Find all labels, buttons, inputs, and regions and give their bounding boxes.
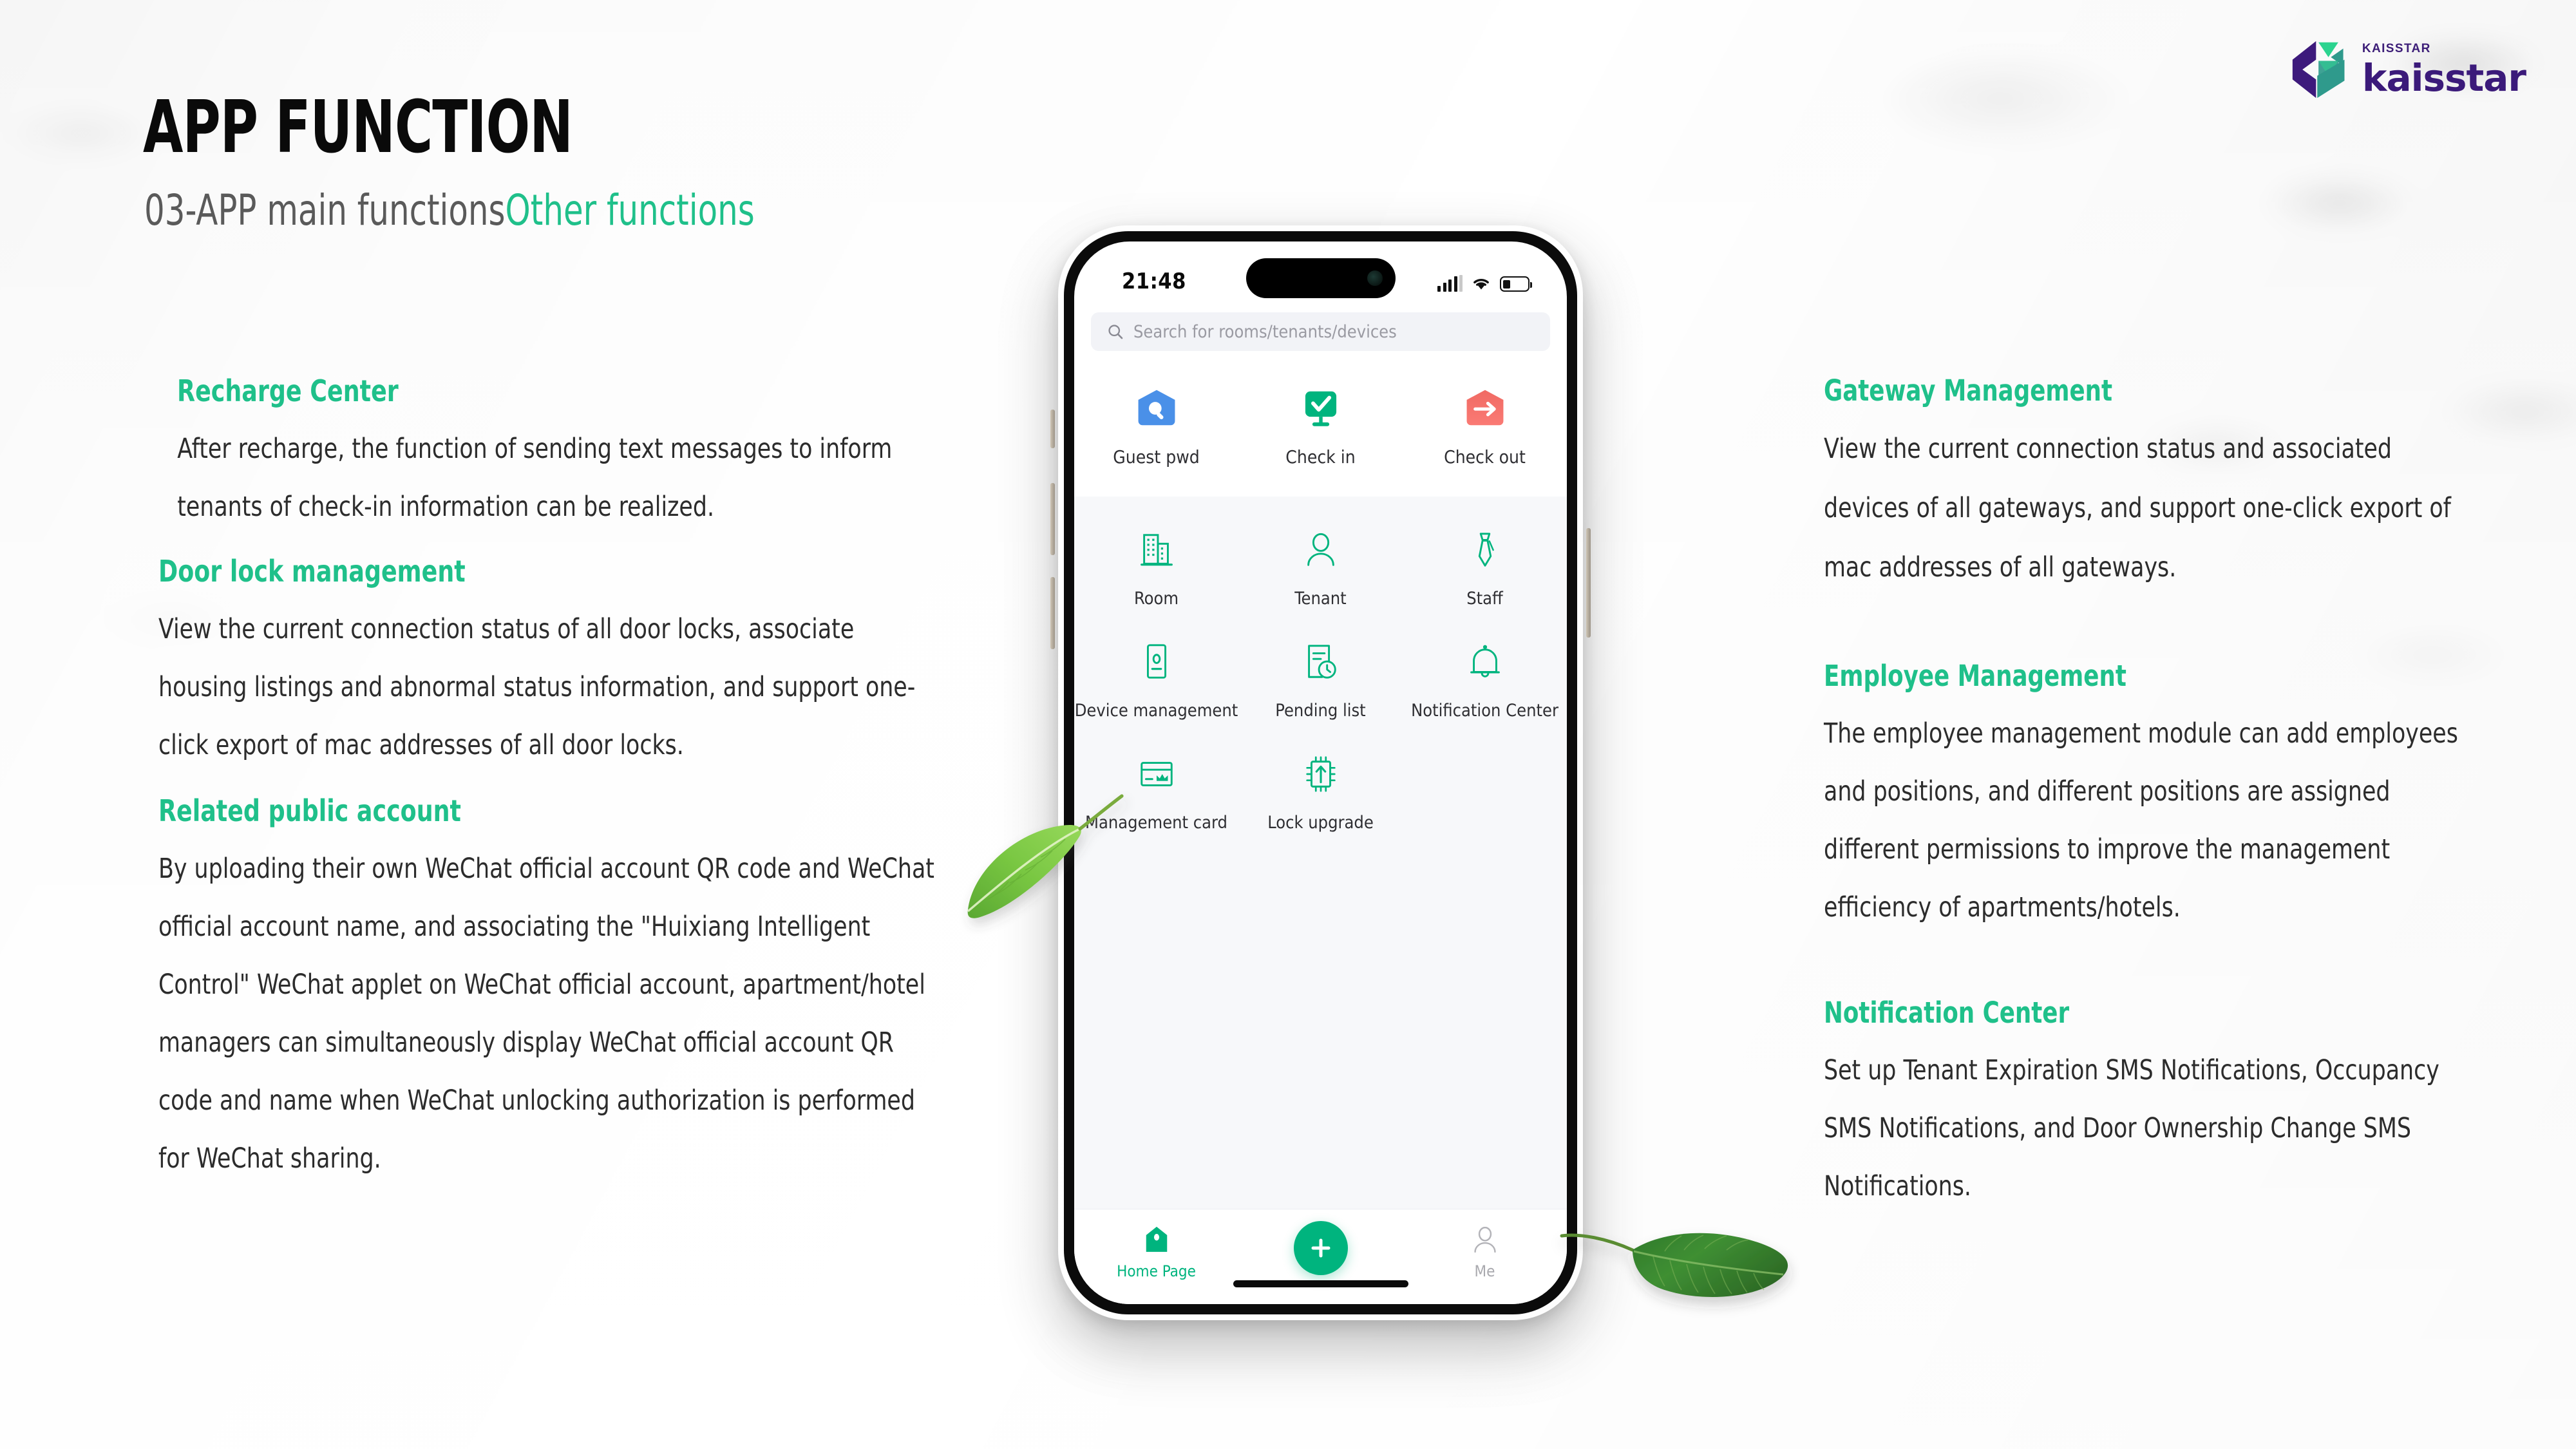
volume-up-button[interactable] <box>1050 483 1055 555</box>
home-indicator <box>1233 1280 1408 1287</box>
status-bar: 21:48 <box>1074 242 1567 308</box>
feature-body: After recharge, the function of sending … <box>177 433 893 523</box>
quick-action-check-in[interactable]: Check in <box>1238 384 1403 468</box>
feature-heading: Related public account <box>158 793 461 828</box>
feature-block-recharge-center: Recharge Center After recharge, the func… <box>158 374 1034 536</box>
front-camera-icon <box>1367 270 1383 286</box>
logo-small-text: KAISSTAR <box>2362 42 2431 55</box>
kaisstar-logo-icon <box>2292 41 2345 99</box>
logo-wordmark: kaisstar <box>2362 56 2526 100</box>
feature-body: View the current connection status of al… <box>158 613 916 761</box>
page-title: APP FUNCTION <box>143 86 573 169</box>
silent-switch[interactable] <box>1050 410 1055 448</box>
add-button[interactable] <box>1293 1221 1348 1275</box>
grid-item-label: Staff <box>1466 589 1503 609</box>
grid-item-label: Lock upgrade <box>1267 813 1374 833</box>
feature-block-door-lock-management: Door lock management View the current co… <box>158 554 1034 774</box>
feature-block-related-public-account: Related public account By uploading thei… <box>158 793 1034 1188</box>
grid-item-label: Tenant <box>1294 589 1347 609</box>
grid-item-room[interactable]: Room <box>1074 526 1238 610</box>
feature-body: The employee management module can add e… <box>1824 717 2458 923</box>
feature-heading: Gateway Management <box>1824 374 2113 408</box>
status-bar-indicators <box>1437 270 1532 292</box>
feature-heading: Employee Management <box>1824 659 2126 693</box>
feature-body: Set up Tenant Expiration SMS Notificatio… <box>1824 1054 2439 1202</box>
feature-body: By uploading their own WeChat official a… <box>158 853 934 1175</box>
quick-action-guest-pwd[interactable]: Guest pwd <box>1074 384 1238 468</box>
grid-item-label: Pending list <box>1275 701 1366 721</box>
grid-item-lock-upgrade[interactable]: Lock upgrade <box>1238 750 1403 834</box>
house-search-icon <box>1133 384 1180 432</box>
grid-item-tenant[interactable]: Tenant <box>1238 526 1403 610</box>
card-crown-icon <box>1133 750 1180 798</box>
grid-item-pending-list[interactable]: Pending list <box>1238 638 1403 722</box>
home-icon <box>1146 1226 1167 1252</box>
person-icon <box>1297 526 1345 574</box>
phone-bezel: 21:48 Search for rooms/tenants/devices G… <box>1064 231 1577 1314</box>
volume-down-button[interactable] <box>1050 577 1055 649</box>
grid-item-staff[interactable]: Staff <box>1403 526 1567 610</box>
grid-item-label: Management card <box>1085 813 1227 833</box>
quick-action-check-out[interactable]: Check out <box>1403 384 1567 468</box>
status-bar-time: 21:48 <box>1122 269 1186 294</box>
chip-upload-icon <box>1297 750 1345 798</box>
subtitle-highlight: Other functions <box>505 185 755 235</box>
quick-action-label: Check out <box>1444 446 1526 468</box>
feature-heading: Notification Center <box>1824 996 2070 1030</box>
quick-action-label: Check in <box>1285 446 1356 468</box>
person-outline-icon <box>1473 1226 1496 1253</box>
power-button[interactable] <box>1586 528 1591 638</box>
logo-wordmark-group: KAISSTAR kaisstar <box>2362 43 2526 97</box>
tab-label: Home Page <box>1117 1262 1196 1280</box>
feature-grid-panel: Room Tenant Staff Device management Pend… <box>1074 497 1567 1209</box>
feature-block-notification-center: Notification Center Set up Tenant Expira… <box>1824 996 2552 1215</box>
search-placeholder-text: Search for rooms/tenants/devices <box>1133 321 1397 342</box>
quick-actions-panel: Guest pwd Check in Check out <box>1074 351 1567 497</box>
tab-home-page[interactable]: Home Page <box>1074 1224 1238 1280</box>
search-icon <box>1108 325 1123 339</box>
phone-screen: 21:48 Search for rooms/tenants/devices G… <box>1074 242 1567 1304</box>
feature-grid-row: Device management Pending list Notificat… <box>1074 638 1567 722</box>
feature-body: View the current connection status and a… <box>1824 433 2451 583</box>
grid-item-label: Notification Center <box>1411 701 1558 721</box>
phone-mockup: 21:48 Search for rooms/tenants/devices G… <box>1050 225 1591 1320</box>
feature-grid-row: Room Tenant Staff <box>1074 526 1567 610</box>
grid-item-label: Room <box>1133 589 1179 609</box>
search-input[interactable]: Search for rooms/tenants/devices <box>1091 312 1550 351</box>
bottom-tab-bar: Home Page Me <box>1074 1209 1567 1304</box>
page-subtitle: 03-APP main functionsOther functions <box>144 185 755 235</box>
right-text-column: Gateway Management View the current conn… <box>1824 374 2552 1215</box>
left-text-column: Recharge Center After recharge, the func… <box>158 374 1034 1188</box>
wifi-icon <box>1473 279 1489 290</box>
feature-block-employee-management: Employee Management The employee managem… <box>1824 659 2552 936</box>
tab-me[interactable]: Me <box>1403 1224 1567 1280</box>
feature-heading: Door lock management <box>158 554 466 589</box>
dynamic-island <box>1245 258 1396 298</box>
house-arrow-icon <box>1461 384 1509 432</box>
feature-heading: Recharge Center <box>177 374 399 408</box>
necktie-icon <box>1461 526 1509 574</box>
quick-action-label: Guest pwd <box>1113 446 1200 468</box>
brand-logo: KAISSTAR kaisstar <box>2290 39 2526 100</box>
monitor-check-icon <box>1297 384 1345 432</box>
building-icon <box>1133 526 1180 574</box>
grid-item-notification-center[interactable]: Notification Center <box>1403 638 1567 722</box>
feature-grid-row: Management card Lock upgrade <box>1074 750 1567 834</box>
grid-item-management-card[interactable]: Management card <box>1074 750 1238 834</box>
grid-item-device-management[interactable]: Device management <box>1074 638 1238 722</box>
app-content: Guest pwd Check in Check out Room Tenant… <box>1074 351 1567 1304</box>
cellular-signal-icon <box>1437 275 1463 292</box>
grid-item-label: Device management <box>1074 701 1238 721</box>
document-clock-icon <box>1297 638 1345 686</box>
feature-block-gateway-management: Gateway Management View the current conn… <box>1824 374 2552 597</box>
battery-low-icon <box>1500 276 1532 292</box>
subtitle-section-label: 03-APP main functions <box>144 185 506 235</box>
door-lock-device-icon <box>1133 638 1180 686</box>
plus-icon <box>1311 1238 1330 1258</box>
bell-icon <box>1461 638 1509 686</box>
tab-label: Me <box>1474 1262 1495 1280</box>
